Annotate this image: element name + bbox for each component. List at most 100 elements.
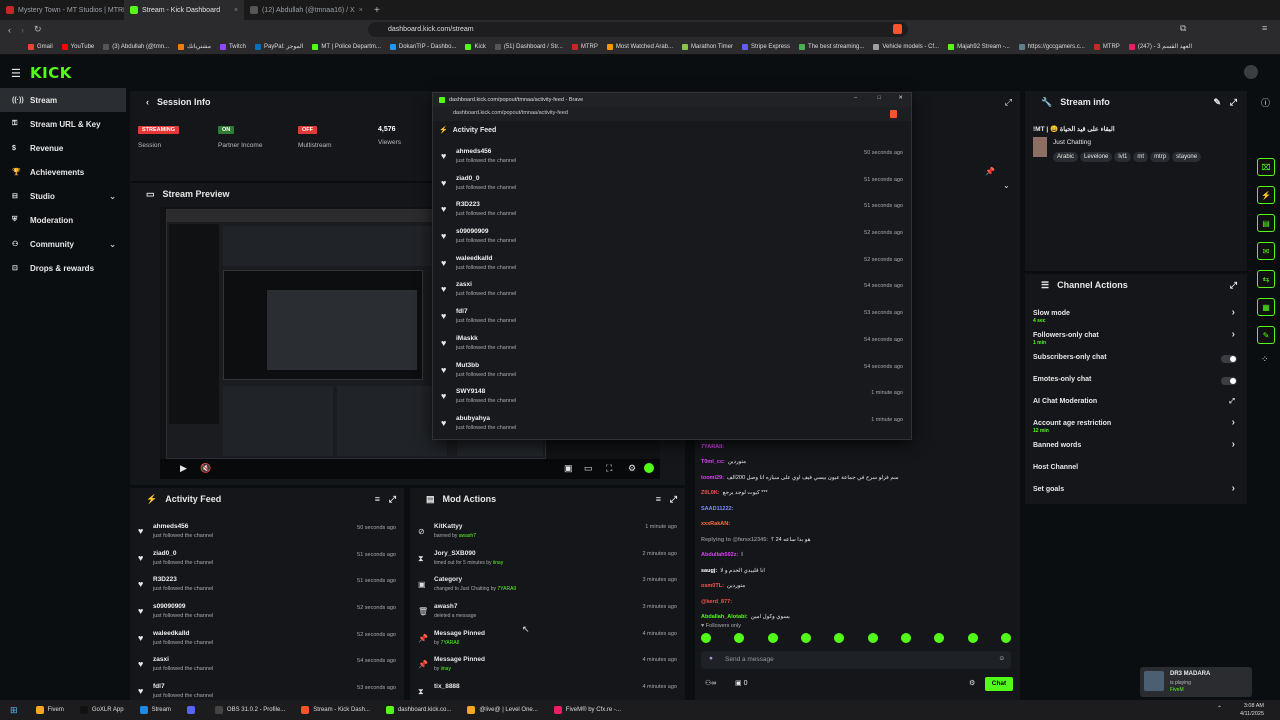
mod-action-user[interactable]: iinay [493, 560, 503, 566]
tab-close-icon[interactable]: × [234, 7, 238, 14]
chat-message[interactable]: Z0L0K: كيوت لوجد يرجع *** [695, 486, 1020, 502]
channel-action-subscribers-only-chat[interactable]: Subscribers-only chat [1025, 350, 1247, 372]
bookmark-item[interactable]: MTRP [571, 43, 598, 50]
taskbar-app[interactable] [179, 700, 207, 720]
menu-icon[interactable]: ≡ [1262, 23, 1267, 33]
emote-icon[interactable] [834, 633, 845, 643]
chat-message[interactable]: Replying to @farsx12345: هو بدا ساعه 24 ؟ [695, 532, 1020, 548]
external-link-icon[interactable]: ⤢ [1229, 398, 1235, 406]
feed-item[interactable]: ♥ fdl7 just followed the channel 53 seconds… [130, 680, 404, 700]
mod-action-user[interactable]: 7YARAII [441, 640, 460, 646]
emote-icon[interactable] [967, 633, 978, 643]
feed-item[interactable]: ♥ SWY9148 just followed the channel 1 minut… [433, 385, 911, 412]
feed-username[interactable]: s09090909 [456, 228, 489, 235]
bookmark-item[interactable]: العهد القسم 3 - (247) [1128, 43, 1192, 50]
feed-username[interactable]: waleedkalld [153, 630, 190, 637]
popout-icon[interactable]: ⤢ [1230, 280, 1237, 291]
quick-action-3-icon[interactable]: ▤ [1257, 214, 1275, 232]
emote-icon[interactable] [867, 633, 878, 643]
minimize-icon[interactable]: – [854, 95, 857, 101]
quick-action-7-icon[interactable]: ✎ [1257, 326, 1275, 344]
channel-action-host-channel[interactable]: Host Channel [1025, 460, 1247, 482]
taskbar-app[interactable]: FiveM® by Cfx.re -... [546, 700, 629, 720]
chat-message[interactable]: saugj: انا قلبيدي الخدم و لا [695, 563, 1020, 579]
sidebar-item-drops-rewards[interactable]: ⊡ Drops & rewards [0, 256, 126, 280]
bookmark-item[interactable]: Vehicle models - Cf... [873, 43, 939, 50]
bookmark-item[interactable]: (3) Abdullah (@tmn... [103, 43, 169, 50]
reload-icon[interactable]: ↻ [34, 24, 42, 35]
bookmark-item[interactable]: DokanTIP - Dashbo... [389, 43, 456, 50]
filter-icon[interactable]: ≡ [375, 494, 380, 504]
emote-icon[interactable] [900, 633, 911, 643]
chat-message[interactable]: xxxRakAN: [695, 517, 1020, 533]
sidebar-item-studio[interactable]: ⊟ Studio ⌄ [0, 184, 126, 208]
emote-icon[interactable] [934, 633, 945, 643]
bookmark-item[interactable]: https://gccgamers.c... [1018, 43, 1085, 50]
feed-item[interactable]: ♥ fdl7 just followed the channel 53 seconds… [433, 305, 911, 332]
filter-icon[interactable]: ≡ [656, 494, 661, 504]
sidebar-item-stream-url-key[interactable]: ⚿ Stream URL & Key [0, 112, 126, 136]
chat-username[interactable]: Replying to @farsx12345: [701, 537, 768, 543]
chevron-right-icon[interactable]: › [1232, 439, 1235, 450]
feed-username[interactable]: fdl7 [456, 308, 468, 315]
extensions-icon[interactable]: ⧉ [1180, 23, 1186, 34]
bookmark-item[interactable]: MTRP [1093, 43, 1120, 50]
feed-username[interactable]: Mut3bb [456, 362, 479, 369]
pip-icon[interactable]: ▣ [564, 463, 573, 474]
feed-item[interactable]: ♥ abubyahya just followed the channel 1 min… [433, 412, 911, 439]
popout-icon[interactable]: ⤢ [670, 494, 677, 505]
mod-action-row[interactable]: ⧗ Jory_SXB090 timed out for 5 minutes by i… [410, 547, 685, 574]
browser-tab[interactable]: Stream - Kick Dashboard × [124, 0, 244, 20]
sidebar-item-community[interactable]: ⚇ Community ⌄ [0, 232, 126, 256]
bookmark-item[interactable]: Gmail [28, 43, 53, 50]
bookmark-item[interactable]: Kick [465, 43, 486, 50]
sidebar-item-stream[interactable]: ((·)) Stream [0, 88, 126, 112]
channel-action-followers-only-chat[interactable]: Followers-only chat 1 min › [1025, 328, 1247, 350]
bookmark-item[interactable]: Most Watched Arab... [606, 43, 673, 50]
chat-message[interactable]: SAAD11222: [695, 501, 1020, 517]
chat-popout-icon[interactable]: ⤢ [1005, 97, 1012, 108]
sidebar-item-revenue[interactable]: $ Revenue [0, 136, 126, 160]
feed-username[interactable]: abubyahya [456, 415, 490, 422]
mod-action-row[interactable]: 📌 Message Pinned by iinay 4 minutes ago [410, 653, 685, 680]
chat-username[interactable]: toomi29: [701, 475, 724, 481]
feed-username[interactable]: ahmeds456 [456, 148, 491, 155]
feed-username[interactable]: SWY9148 [456, 388, 485, 395]
emote-icon[interactable] [734, 633, 745, 643]
feed-item[interactable]: ♥ waleedkalld just followed the channel 52 … [433, 252, 911, 279]
kick-logo[interactable]: KICK [30, 64, 72, 82]
mod-action-user[interactable]: iinay [441, 666, 451, 672]
mod-action-row[interactable]: 🗑 awash7 deleted a message 3 minutes ago [410, 600, 685, 627]
chat-input[interactable]: ● Send a message ☺ [701, 651, 1011, 669]
feed-username[interactable]: waleedkalld [456, 255, 493, 262]
feed-item[interactable]: ♥ iMaskk just followed the channel 54 secon… [433, 332, 911, 359]
channel-action-emotes-only-chat[interactable]: Emotes-only chat [1025, 372, 1247, 394]
quick-action-2-icon[interactable]: ⚡ [1257, 186, 1275, 204]
chevron-right-icon[interactable]: › [1232, 417, 1235, 428]
channel-action-ai-chat-moderation[interactable]: AI Chat Moderation ⤢ [1025, 394, 1247, 416]
more-icon[interactable]: ⁘ [1261, 354, 1269, 365]
mod-action-row[interactable]: 📌 Message Pinned by 7YARAII 4 minutes ago [410, 627, 685, 654]
chat-message[interactable]: @kerd_877: [695, 594, 1020, 610]
taskbar-clock[interactable]: 3:08 AM 4/11/2025 [1240, 702, 1264, 718]
mod-action-user[interactable]: awash7 [459, 533, 476, 539]
profile-avatar[interactable] [1244, 65, 1258, 79]
mod-action-user[interactable]: 7YARAII [497, 586, 516, 592]
channel-action-banned-words[interactable]: Banned words › [1025, 438, 1247, 460]
users-icon[interactable]: ⚇∞ [705, 679, 716, 687]
edit-icon[interactable]: ✎ [1213, 97, 1221, 108]
sidebar-item-achievements[interactable]: 🏆 Achievements [0, 160, 126, 184]
bookmark-item[interactable]: مشترياتك [178, 43, 211, 50]
close-icon[interactable]: ✕ [898, 95, 903, 101]
toggle-switch[interactable] [1221, 377, 1237, 385]
bookmark-item[interactable]: The best streaming... [799, 43, 864, 50]
chat-username[interactable]: @kerd_877: [701, 599, 732, 605]
notification-toast[interactable]: DR3 MADARA is playing FiveM [1140, 667, 1252, 697]
brave-shield-icon[interactable] [890, 110, 897, 118]
pinned-icon[interactable]: 📌 [985, 167, 995, 176]
tab-close-icon[interactable]: × [359, 7, 363, 14]
mod-action-row[interactable]: ⧗ tix_8888 4 minutes ago [410, 680, 685, 700]
mod-action-row[interactable]: ⊘ KitKattyy banned by awash7 1 minute ago [410, 520, 685, 547]
chevron-right-icon[interactable]: › [1232, 307, 1235, 318]
forward-icon[interactable]: › [21, 25, 24, 35]
